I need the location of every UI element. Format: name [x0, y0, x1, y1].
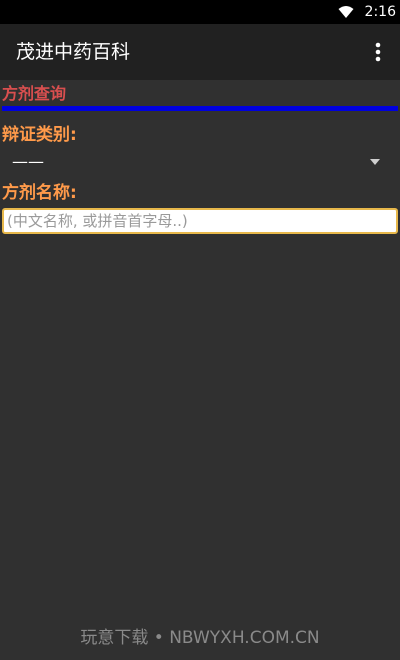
prescription-name-label: 方剂名称:: [2, 183, 77, 203]
dropdown-caret-icon: [370, 159, 380, 165]
category-label: 辩证类别:: [2, 125, 77, 145]
status-bar: 2:16: [0, 0, 400, 24]
category-spinner[interactable]: ——: [2, 148, 398, 176]
section-divider: [2, 106, 398, 111]
category-spinner-value: ——: [12, 152, 44, 171]
overflow-menu-button[interactable]: [364, 38, 392, 66]
wifi-icon: [338, 6, 354, 18]
watermark-text: 玩意下载 • NBWYXH.COM.CN: [80, 628, 320, 648]
more-vertical-icon: [375, 42, 381, 62]
section-title: 方剂查询: [2, 84, 67, 103]
app-toolbar: 茂进中药百科: [0, 24, 400, 80]
prescription-name-input[interactable]: [2, 208, 398, 234]
app-screen: 2:16 茂进中药百科 方剂查询 辩证类别: —— 方剂名称: 玩意下载 • N…: [0, 0, 400, 660]
status-time: 2:16: [364, 4, 396, 20]
app-title: 茂进中药百科: [16, 41, 131, 63]
